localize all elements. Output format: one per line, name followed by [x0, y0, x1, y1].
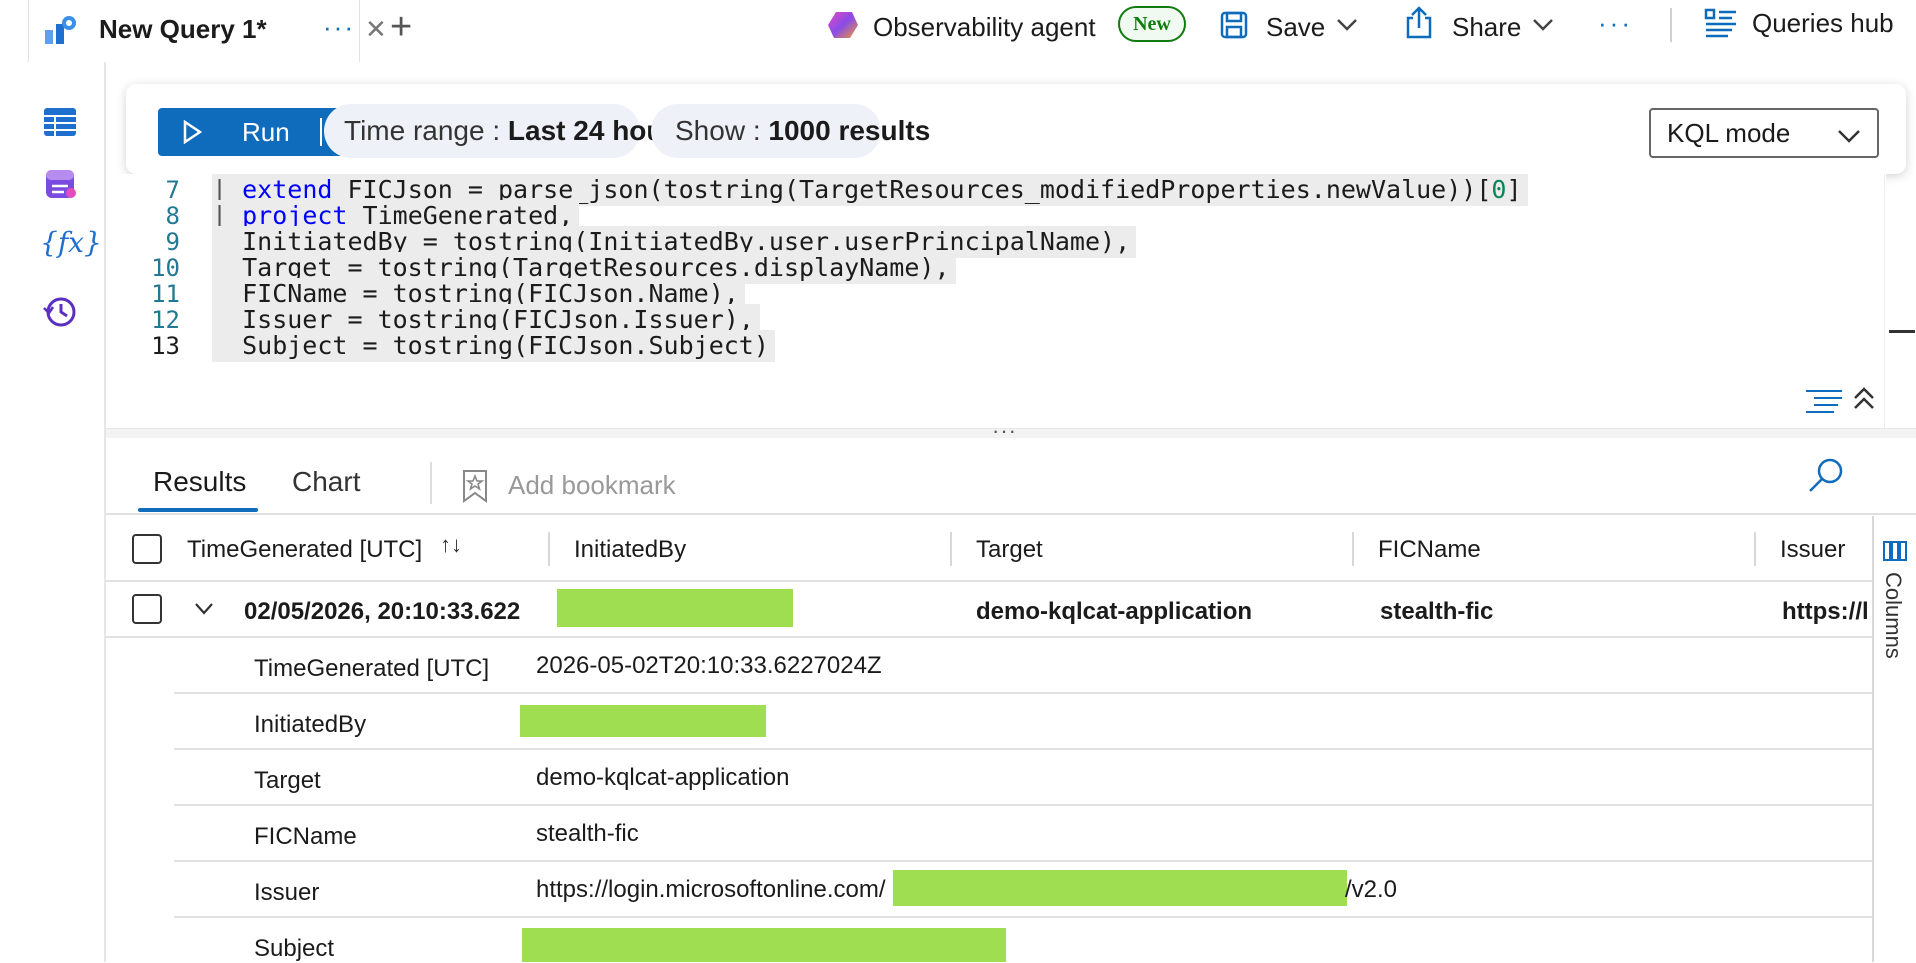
- time-range-label: Time range :: [344, 115, 501, 146]
- detail-value-issuer-prefix: https://login.microsoftonline.com/: [536, 876, 886, 903]
- bookmark-icon: [463, 470, 487, 503]
- cell-timegenerated: 02/05/2026, 20:10:33.622: [244, 598, 521, 625]
- column-resizer[interactable]: [950, 532, 952, 566]
- expand-row-icon[interactable]: [194, 602, 214, 616]
- cell-ficname: stealth-fic: [1380, 598, 1494, 625]
- tab-more-button[interactable]: ···: [323, 12, 355, 43]
- column-header-timegenerated[interactable]: TimeGenerated [UTC]: [187, 536, 422, 564]
- sort-icon[interactable]: ↑↓: [440, 532, 462, 558]
- kql-mode-label: KQL mode: [1667, 118, 1791, 148]
- header-row-divider: [106, 580, 1872, 582]
- share-button[interactable]: Share: [1452, 12, 1521, 43]
- detail-key: Target: [254, 767, 321, 794]
- code-line: 13 Subject = tostring(FICJson.Subject): [106, 330, 1886, 362]
- detail-key: FICName: [254, 823, 357, 850]
- column-resizer[interactable]: [1352, 532, 1354, 566]
- share-icon: [1406, 6, 1432, 39]
- columns-panel-label[interactable]: Columns: [1880, 572, 1906, 659]
- query-editor[interactable]: 7 | extend FICJson = parse_json(tostring…: [106, 174, 1886, 428]
- run-split-divider: [320, 118, 322, 146]
- observability-agent-button[interactable]: Observability agent: [873, 12, 1096, 43]
- results-divider: [430, 462, 432, 504]
- line-number: 13: [151, 332, 180, 360]
- column-header-issuer[interactable]: Issuer: [1780, 536, 1845, 564]
- show-label: Show :: [675, 115, 761, 146]
- save-button[interactable]: Save: [1266, 12, 1325, 43]
- new-badge: New: [1118, 6, 1186, 42]
- toolbar-divider: [1670, 8, 1672, 42]
- tab-chart[interactable]: Chart: [292, 466, 360, 498]
- redacted-initiatedby: [557, 589, 793, 627]
- cell-target: demo-kqlcat-application: [976, 598, 1253, 625]
- column-resizer[interactable]: [1754, 532, 1756, 566]
- detail-value-issuer-suffix: /v2.0: [1345, 876, 1398, 903]
- detail-key: TimeGenerated [UTC]: [254, 655, 490, 682]
- detail-value-time: 2026-05-02T20:10:33.6227024Z: [536, 652, 882, 679]
- results-header-divider: [106, 513, 1916, 515]
- detail-divider: [174, 804, 1872, 806]
- time-range-picker[interactable]: Time range : Last 24 hours: [324, 104, 690, 158]
- result-limit-picker[interactable]: Show : 1000 results: [651, 104, 930, 158]
- copilot-icon: [828, 12, 858, 38]
- query-tab[interactable]: New Query 1* ··· ✕: [28, 0, 387, 62]
- detail-value-target: demo-kqlcat-application: [536, 764, 790, 791]
- chevron-down-icon: [1838, 130, 1860, 143]
- row-checkbox[interactable]: [132, 594, 162, 624]
- active-tab-indicator: [138, 508, 258, 512]
- log-analytics-icon: [45, 16, 76, 44]
- scroll-thumb[interactable]: [1889, 330, 1915, 333]
- column-resizer[interactable]: [548, 532, 550, 566]
- chevron-down-icon[interactable]: [1532, 18, 1554, 32]
- detail-divider: [174, 860, 1872, 862]
- tab-close-icon[interactable]: ✕: [365, 14, 387, 45]
- tab-results[interactable]: Results: [153, 466, 246, 498]
- play-icon: [183, 120, 202, 144]
- editor-scrollbar[interactable]: [1884, 174, 1916, 428]
- redacted-tenant-id: [893, 870, 1347, 906]
- show-value: 1000 results: [768, 115, 931, 146]
- cell-issuer: https://l: [1782, 598, 1869, 625]
- columns-icon: [1883, 541, 1907, 561]
- chevron-down-icon[interactable]: [1336, 18, 1358, 32]
- column-header-target[interactable]: Target: [976, 536, 1043, 564]
- tab-title: New Query 1*: [99, 14, 267, 44]
- redacted-subject-value: [522, 928, 1006, 962]
- row-divider: [106, 636, 1872, 638]
- detail-key: Issuer: [254, 879, 320, 906]
- history-icon[interactable]: [42, 294, 78, 330]
- select-all-checkbox[interactable]: [132, 534, 162, 564]
- redacted-initiatedby-value: [520, 705, 766, 737]
- save-icon: [1220, 11, 1248, 39]
- tables-icon[interactable]: [42, 104, 78, 140]
- splitter-handle[interactable]: ···: [992, 418, 1017, 444]
- top-bar: New Query 1* ··· ✕ + Observability agent…: [0, 0, 1916, 62]
- format-query-icon[interactable]: [1804, 388, 1844, 414]
- kql-mode-select[interactable]: KQL mode: [1649, 108, 1879, 158]
- add-bookmark-button[interactable]: Add bookmark: [508, 470, 676, 501]
- search-icon[interactable]: [1806, 456, 1846, 496]
- code-text: Subject = tostring(FICJson.Subject): [212, 330, 775, 362]
- detail-divider: [174, 748, 1872, 750]
- detail-divider: [174, 916, 1872, 918]
- detail-key: InitiatedBy: [254, 711, 367, 738]
- collapse-editor-icon[interactable]: [1852, 386, 1876, 412]
- queries-hub-icon: [1704, 8, 1736, 38]
- detail-key: Subject: [254, 935, 335, 962]
- query-toolbar: Run Time range : Last 24 hours Show : 10…: [126, 84, 1906, 174]
- left-rail: {𝑓x}: [0, 62, 106, 962]
- run-label: Run: [242, 117, 290, 147]
- new-tab-button[interactable]: +: [390, 6, 412, 49]
- more-options-button[interactable]: ···: [1598, 8, 1633, 39]
- column-header-ficname[interactable]: FICName: [1378, 536, 1481, 564]
- detail-divider: [174, 692, 1872, 694]
- queries-icon[interactable]: [42, 166, 78, 202]
- detail-value-ficname: stealth-fic: [536, 820, 639, 847]
- queries-hub-button[interactable]: Queries hub: [1752, 8, 1894, 39]
- column-header-initiatedby[interactable]: InitiatedBy: [574, 536, 686, 564]
- functions-icon[interactable]: {𝑓x}: [40, 226, 102, 259]
